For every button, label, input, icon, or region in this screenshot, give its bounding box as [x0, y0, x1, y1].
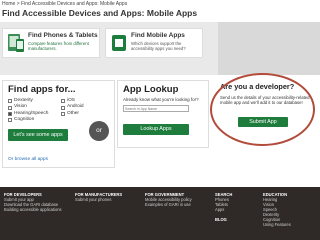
find-mobile-apps-card[interactable]: Find Mobile Apps Which devices support t…	[105, 28, 203, 58]
find-phones-title: Find Phones & Tablets	[28, 32, 98, 39]
disability-checkboxes: Dexterity Vision Hearing/Speech Cognitio…	[8, 98, 48, 124]
app-lookup-panel: App Lookup Already know what you're look…	[117, 80, 209, 148]
checkbox-box[interactable]	[61, 112, 65, 117]
footer-column-manufacturers: FOR MANUFACTURERS Submit your phones	[75, 192, 122, 202]
footer-link[interactable]: Using Features	[263, 222, 291, 227]
find-apps-title: Find apps for...	[8, 84, 76, 95]
footer-column-education: EDUCATION Hearing Vision Speech Dexterit…	[263, 192, 291, 227]
see-apps-button[interactable]: Let's see some apps	[8, 129, 68, 141]
footer-column-developers: FOR DEVELOPERS Submit your app Download …	[4, 192, 62, 212]
phone-tablet-icon	[8, 34, 24, 52]
breadcrumb[interactable]: Home > Find Accessible Devices and Apps:…	[2, 1, 127, 7]
checkbox-box-checked[interactable]	[8, 112, 12, 117]
footer-link-blog[interactable]: BLOG	[215, 217, 232, 222]
platform-checkboxes: iOS Android Other	[61, 98, 84, 117]
checkbox-box[interactable]	[61, 99, 65, 104]
checkbox-box[interactable]	[8, 118, 12, 123]
app-search-input[interactable]	[123, 105, 189, 112]
checkbox-box[interactable]	[8, 105, 12, 110]
hero-band	[218, 22, 320, 75]
checkbox-box[interactable]	[61, 105, 65, 110]
footer-column-government: FOR GOVERNMENT Mobile accessibility poli…	[145, 192, 192, 207]
checkbox-label: Cognition	[14, 117, 35, 123]
site-footer: FOR DEVELOPERS Submit your app Download …	[0, 187, 320, 240]
find-mobile-apps-title: Find Mobile Apps	[131, 32, 185, 39]
lookup-apps-button[interactable]: Lookup Apps	[123, 124, 189, 135]
footer-link[interactable]: Building accessible applications	[4, 207, 62, 212]
find-phones-card[interactable]: Find Phones & Tablets Compare features f…	[2, 28, 100, 58]
find-mobile-apps-description: Which devices support the accessibility …	[131, 41, 186, 52]
highlight-circle	[210, 73, 315, 146]
checkbox-label: Other	[67, 110, 79, 116]
checkbox-other[interactable]: Other	[61, 111, 84, 117]
app-lookup-question: Already know what you're looking for?	[123, 97, 199, 102]
footer-link[interactable]: Submit your phones	[75, 197, 122, 202]
browse-all-apps-link[interactable]: Or browse all apps	[8, 157, 48, 162]
checkbox-cognition[interactable]: Cognition	[8, 117, 48, 123]
footer-column-search: SEARCH Phones Tablets Apps BLOG	[215, 192, 232, 222]
app-lookup-title: App Lookup	[123, 84, 179, 95]
page-title: Find Accessible Devices and Apps: Mobile…	[2, 8, 198, 18]
or-divider: or	[89, 121, 109, 141]
find-phones-description: Compare features from different manufact…	[28, 41, 89, 52]
footer-link[interactable]: Examples of GARI in use	[145, 202, 192, 207]
app-icon	[112, 35, 126, 51]
checkbox-box[interactable]	[8, 99, 12, 104]
